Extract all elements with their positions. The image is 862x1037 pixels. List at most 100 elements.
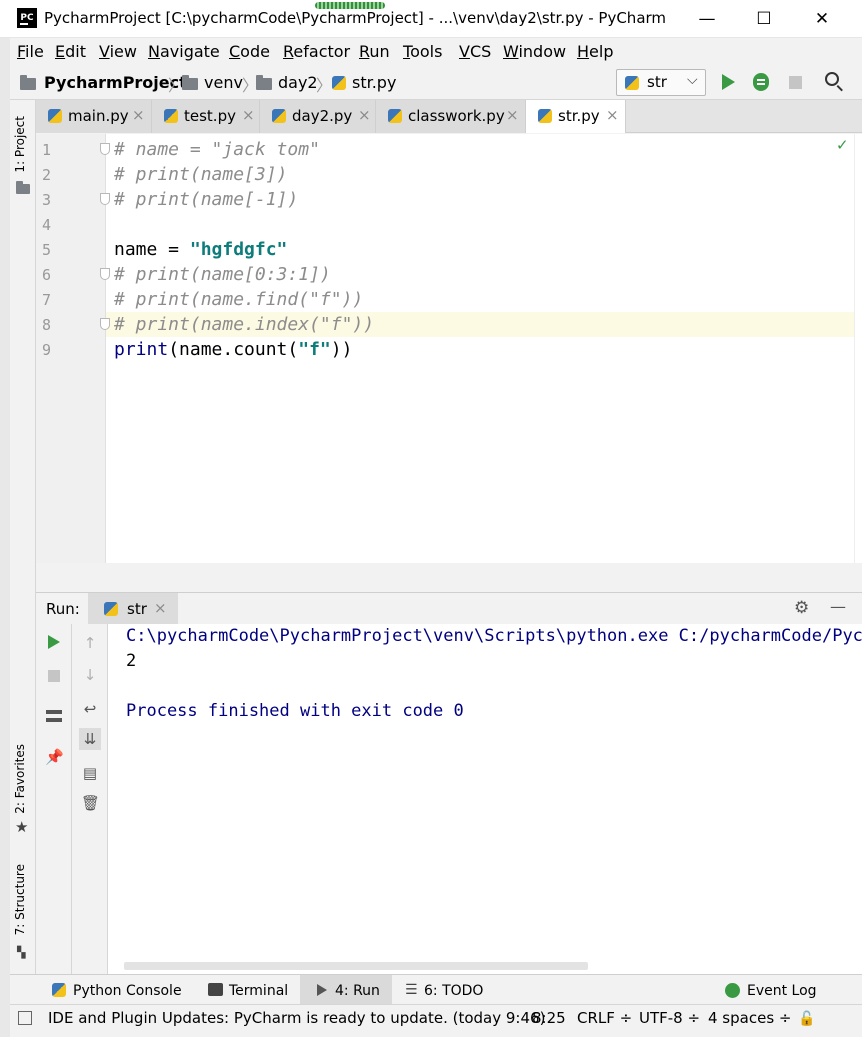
- debug-bug-icon[interactable]: [753, 73, 769, 91]
- close-icon[interactable]: ×: [506, 106, 519, 124]
- breadcrumb-file[interactable]: str.py: [352, 73, 396, 92]
- python-console-tool[interactable]: Python Console: [73, 983, 182, 999]
- file-encoding[interactable]: UTF-8 ÷: [639, 1009, 700, 1027]
- run-tool[interactable]: 4: Run: [335, 983, 380, 999]
- favorites-tool-tab[interactable]: 2: Favorites: [13, 744, 27, 814]
- lock-icon[interactable]: 🔓: [798, 1011, 815, 1027]
- todo-tool[interactable]: 6: TODO: [424, 983, 483, 999]
- python-run-icon: [104, 602, 118, 616]
- close-window-button[interactable]: ✕: [808, 6, 836, 32]
- fold-marker-icon[interactable]: [100, 268, 110, 280]
- console-exit-message: Process finished with exit code 0: [126, 701, 464, 721]
- update-notification[interactable]: IDE and Plugin Updates: PyCharm is ready…: [48, 1009, 545, 1027]
- run-icon[interactable]: [722, 74, 735, 90]
- code-line-3: # print(name[-1]): [114, 189, 299, 210]
- tab-str-py[interactable]: str.py ×: [526, 100, 626, 133]
- left-tool-window-strip: 1: Project 2: Favorites ★ 7: Structure ▚: [10, 100, 36, 974]
- tab-main-py[interactable]: main.py ×: [36, 100, 152, 133]
- hide-panel-icon[interactable]: —: [830, 597, 846, 616]
- tab-classwork-py[interactable]: classwork.py ×: [376, 100, 526, 133]
- terminal-icon: [208, 983, 223, 996]
- run-toolbar-secondary: ↑ ↓ ↩ ⇊ ▤ 🗑: [72, 624, 108, 974]
- arrow-up-icon[interactable]: ↑: [81, 634, 99, 652]
- fold-marker-icon[interactable]: [100, 318, 110, 330]
- inspection-ok-icon[interactable]: ✓: [836, 136, 849, 154]
- event-log-tool[interactable]: Event Log: [747, 983, 817, 999]
- close-icon[interactable]: ×: [154, 599, 167, 617]
- code-editor[interactable]: 1 2 3 4 5 6 7 8 9 # name = "jack tom" # …: [36, 134, 854, 563]
- console-output-line: 2: [126, 651, 137, 671]
- pin-icon[interactable]: 📌: [45, 748, 64, 766]
- menu-window[interactable]: Window: [503, 42, 566, 61]
- terminal-tool[interactable]: Terminal: [229, 983, 288, 999]
- line-number: 5: [42, 241, 52, 259]
- tab-label: day2.py: [292, 107, 353, 125]
- tab-day2-py[interactable]: day2.py ×: [260, 100, 376, 133]
- menu-vcs[interactable]: VCS: [459, 42, 491, 61]
- menu-code[interactable]: Code: [229, 42, 270, 61]
- close-icon[interactable]: ×: [242, 106, 255, 124]
- line-number: 9: [42, 341, 52, 359]
- print-icon[interactable]: ▤: [81, 764, 99, 782]
- breadcrumb-venv[interactable]: venv: [204, 73, 243, 92]
- menu-tools[interactable]: Tools: [403, 42, 442, 61]
- run-tab-label: str: [127, 600, 147, 618]
- soft-wrap-icon[interactable]: ↩: [81, 700, 99, 718]
- menu-edit[interactable]: Edit: [55, 42, 86, 61]
- left-window-edge: [0, 38, 10, 1037]
- pycharm-logo-icon: PC: [17, 8, 37, 28]
- project-tool-tab[interactable]: 1: Project: [13, 116, 27, 173]
- tab-label: classwork.py: [408, 107, 505, 125]
- code-call-end: )): [330, 339, 353, 360]
- editor-scrollbar[interactable]: [854, 134, 862, 563]
- run-tab-str[interactable]: str ×: [88, 593, 178, 625]
- indent-setting[interactable]: 4 spaces ÷: [708, 1009, 791, 1027]
- tab-test-py[interactable]: test.py ×: [152, 100, 260, 133]
- close-icon[interactable]: ×: [606, 106, 619, 124]
- line-number: 8: [42, 316, 52, 334]
- status-toggle-icon[interactable]: [18, 1011, 32, 1025]
- maximize-button[interactable]: ☐: [750, 6, 778, 32]
- breadcrumb-chevron-icon: 〉: [316, 76, 333, 95]
- layout-icon[interactable]: [46, 710, 62, 722]
- trash-icon[interactable]: 🗑: [81, 794, 100, 812]
- fold-marker-icon[interactable]: [100, 143, 110, 155]
- scroll-to-end-icon[interactable]: ⇊: [79, 728, 101, 750]
- line-number: 2: [42, 166, 52, 184]
- menu-run[interactable]: Run: [359, 42, 390, 61]
- console-horizontal-scrollbar[interactable]: [124, 962, 588, 970]
- arrow-down-icon[interactable]: ↓: [81, 666, 99, 684]
- close-icon[interactable]: ×: [358, 106, 371, 124]
- menu-navigate[interactable]: Navigate: [148, 42, 220, 61]
- tab-label: str.py: [558, 107, 600, 125]
- python-config-icon: [625, 76, 639, 90]
- caret-position[interactable]: 8:25: [532, 1009, 566, 1027]
- run-console-output[interactable]: C:\pycharmCode\PycharmProject\venv\Scrip…: [108, 624, 862, 974]
- menu-view[interactable]: View: [99, 42, 137, 61]
- close-icon[interactable]: ×: [132, 106, 145, 124]
- stop-icon[interactable]: [789, 76, 802, 89]
- menu-refactor[interactable]: Refactor: [283, 42, 350, 61]
- project-tool-icon: [16, 181, 30, 194]
- menu-help[interactable]: Help: [577, 42, 613, 61]
- breadcrumb-day2[interactable]: day2: [278, 73, 318, 92]
- code-line-2: # print(name[3]): [114, 164, 288, 185]
- structure-tool-tab[interactable]: 7: Structure: [13, 864, 27, 935]
- line-number: 7: [42, 291, 52, 309]
- code-line-9: print(name.count("f")): [114, 337, 352, 362]
- breadcrumb-project[interactable]: PycharmProject: [44, 73, 187, 92]
- minimize-button[interactable]: —: [693, 6, 721, 32]
- code-line-6: # print(name[0:3:1]): [114, 264, 331, 285]
- search-icon[interactable]: [825, 72, 839, 86]
- fold-marker-icon[interactable]: [100, 193, 110, 205]
- title-bar: PC PycharmProject [C:\pycharmCode\Pychar…: [0, 0, 862, 38]
- gear-icon[interactable]: ⚙: [794, 598, 809, 618]
- run-configuration-select[interactable]: str ⌵: [616, 69, 706, 96]
- run-configuration-label: str: [647, 73, 667, 91]
- rerun-icon[interactable]: [48, 635, 60, 649]
- stop-icon[interactable]: [48, 670, 60, 682]
- status-bar: IDE and Plugin Updates: PyCharm is ready…: [10, 1004, 862, 1032]
- line-separator[interactable]: CRLF ÷: [577, 1009, 632, 1027]
- drag-handle[interactable]: [315, 2, 385, 9]
- menu-file[interactable]: File: [17, 42, 44, 61]
